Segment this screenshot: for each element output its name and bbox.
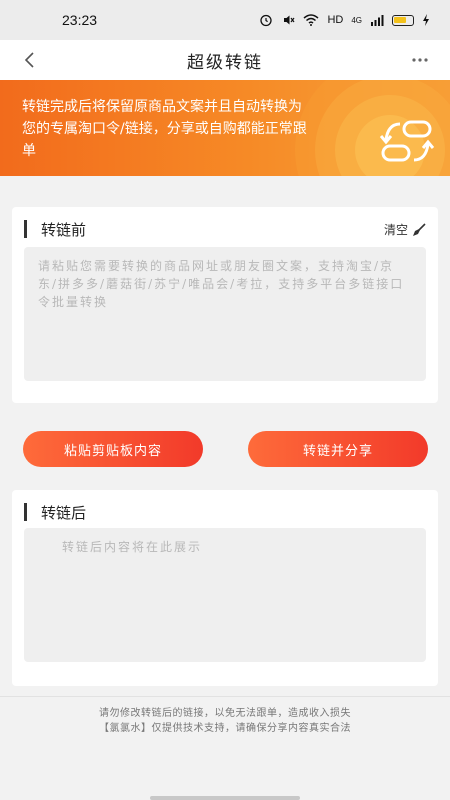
link-convert-icon: [379, 120, 435, 162]
footer-divider: [0, 696, 450, 697]
clear-button[interactable]: 清空: [384, 221, 426, 238]
status-icons: HD 4G: [259, 13, 430, 27]
paste-clipboard-button[interactable]: 粘贴剪贴板内容: [23, 431, 203, 467]
clear-label: 清空: [383, 223, 408, 237]
charging-icon: [423, 14, 429, 26]
status-bar: 23:23 HD 4G: [0, 0, 450, 40]
signal-label: 4G: [351, 15, 362, 25]
footer-line-2: 【氯氯水】仅提供技术支持，请确保分享内容真实合法: [99, 723, 351, 734]
promo-banner: 转链完成后将保留原商品文案并且自动转换为您的专属淘口令/链接，分享或自购都能正常…: [0, 80, 450, 176]
footer-line-1: 请勿修改转链后的链接，以免无法跟单，造成收入损失: [99, 708, 351, 719]
wifi-icon: [303, 14, 319, 26]
broom-icon: [413, 222, 426, 236]
more-dots-icon: [412, 58, 428, 62]
before-card: 转链前 清空 请粘贴您需要转换的商品网址或朋友圈文案，支持淘宝/京东/拼多多/蘑…: [12, 207, 438, 403]
home-indicator[interactable]: [150, 796, 300, 800]
after-title: 转链后: [24, 502, 86, 522]
battery-icon: [392, 14, 414, 26]
back-button[interactable]: [18, 48, 42, 72]
chevron-left-icon: [24, 52, 34, 68]
banner-text: 转链完成后将保留原商品文案并且自动转换为您的专属淘口令/链接，分享或自购都能正常…: [22, 99, 307, 159]
alarm-icon: [260, 14, 273, 27]
more-button[interactable]: [408, 48, 432, 72]
signal-icon: [371, 15, 384, 26]
mute-icon: [284, 15, 295, 25]
page-title: 超级转链: [187, 52, 263, 73]
network-label: HD: [327, 14, 344, 26]
convert-share-button[interactable]: 转链并分享: [248, 431, 428, 467]
status-time: 23:23: [62, 12, 98, 28]
footer-notice: 请勿修改转链后的链接，以免无法跟单，造成收入损失 【氯氯水】仅提供技术支持，请确…: [0, 706, 450, 736]
nav-bar: 超级转链: [0, 40, 450, 80]
before-input[interactable]: 请粘贴您需要转换的商品网址或朋友圈文案，支持淘宝/京东/拼多多/蘑菇街/苏宁/唯…: [24, 247, 426, 381]
after-card: 转链后 转链后内容将在此展示: [12, 490, 438, 686]
before-title: 转链前: [24, 219, 86, 239]
after-output[interactable]: 转链后内容将在此展示: [24, 528, 426, 662]
